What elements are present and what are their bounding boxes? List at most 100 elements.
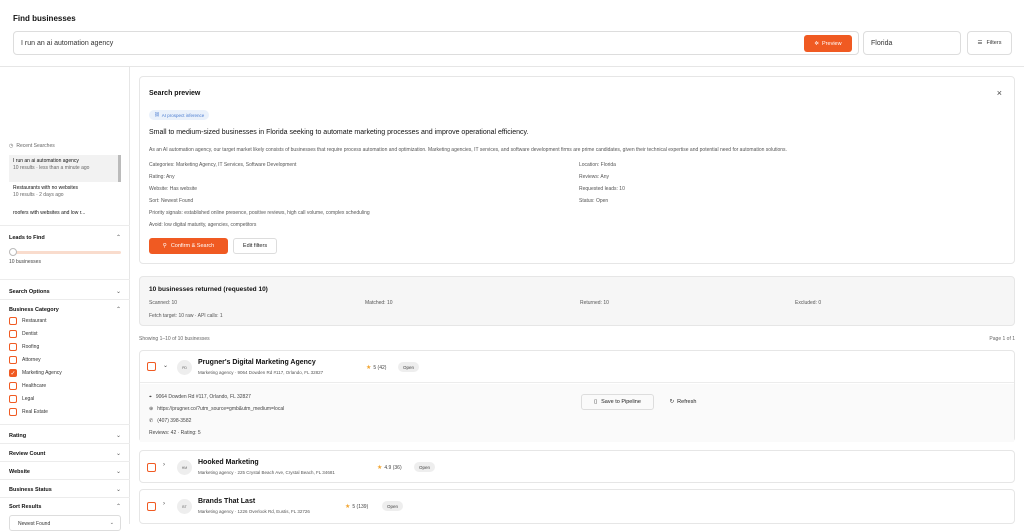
search-preview-card: Search preview × ⛓ AI prospect inference… <box>139 76 1015 264</box>
category-checkbox[interactable] <box>9 343 17 351</box>
leads-value: 10 businesses <box>9 259 41 265</box>
divider <box>0 461 130 462</box>
category-checkbox[interactable]: ✓ <box>9 369 17 377</box>
website-line[interactable]: ⊕ https://prugner.co/?utm_source=gmb&utm… <box>149 406 284 412</box>
category-checkbox[interactable] <box>9 408 17 416</box>
search-options-header[interactable]: Search Options ⌄ <box>9 288 121 296</box>
review-count-title: Review Count <box>9 450 46 457</box>
website-link[interactable]: https://prugner.co/?utm_source=gmb&utm_m… <box>157 406 284 412</box>
chevron-up-icon: ⌃ <box>115 235 121 241</box>
select-checkbox[interactable] <box>147 362 156 371</box>
review-count-header[interactable]: Review Count ⌄ <box>9 450 121 458</box>
select-checkbox[interactable] <box>147 463 156 472</box>
leads-slider-track[interactable] <box>9 251 121 254</box>
chevron-down-icon: ⌄ <box>115 289 121 295</box>
category-label: Marketing Agency <box>22 370 62 376</box>
preview-rating: Rating: Any <box>149 174 175 180</box>
business-card[interactable]: › BT Brands That Last Marketing agency ·… <box>139 489 1015 524</box>
rating-header[interactable]: Rating ⌄ <box>9 432 121 440</box>
leads-to-find-header[interactable]: Leads to Find ⌃ <box>9 234 121 242</box>
business-subtitle: Marketing agency · 1226 Overlook Rd, Eus… <box>198 509 310 514</box>
category-checkbox[interactable] <box>9 317 17 325</box>
category-checkbox[interactable] <box>9 382 17 390</box>
search-preview-title: Search preview <box>149 90 201 97</box>
recent-search-item[interactable]: I run an ai automation agency 10 results… <box>9 155 121 182</box>
address-text: 9064 Dowden Rd #117, Orlando, FL 32827 <box>155 394 251 400</box>
clock-icon: ◷ <box>9 143 14 149</box>
business-status-header[interactable]: Business Status ⌄ <box>9 486 121 494</box>
category-option[interactable]: Restaurant <box>9 317 46 325</box>
preview-status: Status: Open <box>579 198 609 204</box>
refresh-label: Refresh <box>677 399 697 405</box>
select-checkbox[interactable] <box>147 502 156 511</box>
category-label: Healthcare <box>22 383 47 389</box>
save-to-pipeline-button[interactable]: ▯ Save to Pipeline <box>581 394 654 410</box>
category-option[interactable]: Dentist <box>9 330 38 338</box>
website-header[interactable]: Website ⌄ <box>9 468 121 476</box>
business-details: ⌖ 9064 Dowden Rd #117, Orlando, FL 32827… <box>140 384 1014 442</box>
business-name: Prugner's Digital Marketing Agency <box>198 359 316 366</box>
preview-button[interactable]: ✲ Preview <box>804 35 852 52</box>
category-option[interactable]: Attorney <box>9 356 41 364</box>
globe-icon: ⊕ <box>149 406 154 412</box>
sort-select[interactable]: Newest Found ⌄ <box>9 515 121 531</box>
avatar: PD <box>177 360 192 375</box>
divider <box>0 299 130 300</box>
recent-search-item[interactable]: Restaurants with no websites 10 results … <box>9 185 121 198</box>
category-option[interactable]: Roofing <box>9 343 39 351</box>
bookmark-icon: ▯ <box>594 399 598 405</box>
category-checkbox[interactable] <box>9 356 17 364</box>
sidebar: ◷ Recent Searches I run an ai automation… <box>0 67 130 531</box>
category-option[interactable]: Legal <box>9 395 34 403</box>
sort-results-title: Sort Results <box>9 503 42 510</box>
website-title: Website <box>9 468 30 475</box>
confirm-search-button[interactable]: ⚲ Confirm & Search <box>149 238 228 254</box>
search-options-title: Search Options <box>9 288 50 295</box>
divider <box>0 479 130 480</box>
results-stats-card: 10 businesses returned (requested 10) Sc… <box>139 276 1015 326</box>
avatar: HM <box>177 460 192 475</box>
preview-avoid: Avoid: low digital maturity, agencies, c… <box>149 222 257 228</box>
sort-results-header[interactable]: Sort Results ⌃ <box>9 503 121 511</box>
preview-reviews: Reviews: Any <box>579 174 610 180</box>
recent-search-meta: 10 results · less than a minute ago <box>13 165 90 171</box>
category-checkbox[interactable] <box>9 395 17 403</box>
edit-filters-button[interactable]: Edit filters <box>233 238 277 254</box>
recent-search-title: I run an ai automation agency <box>13 158 79 164</box>
filters-button-label: Filters <box>986 40 1002 46</box>
link-icon: ⛓ <box>154 112 160 117</box>
recent-search-title: Restaurants with no websites <box>13 185 79 191</box>
confirm-search-label: Confirm & Search <box>170 243 215 249</box>
chevron-right-icon[interactable]: › <box>163 501 165 507</box>
ai-inference-badge: ⛓ AI prospect inference <box>149 110 210 120</box>
recent-search-item[interactable]: roofers with websites and low r... <box>9 210 121 216</box>
category-option[interactable]: Real Estate <box>9 408 48 416</box>
business-category-header[interactable]: Business Category ⌃ <box>9 306 121 314</box>
business-name: Hooked Marketing <box>198 459 259 466</box>
preview-description: As an AI automation agency, our target m… <box>149 147 787 153</box>
stat-returned: Returned: 10 <box>580 300 609 306</box>
chevron-right-icon[interactable]: › <box>163 462 165 468</box>
preview-priority-signals: Priority signals: established online pre… <box>149 210 370 216</box>
category-option[interactable]: ✓ Marketing Agency <box>9 369 62 377</box>
location-input[interactable]: Florida <box>863 31 961 55</box>
leads-slider-handle[interactable] <box>9 248 17 256</box>
preview-categories: Categories: Marketing Agency, IT Service… <box>149 162 297 168</box>
stat-excluded: Excluded: 0 <box>795 300 822 306</box>
chevron-down-icon: ⌄ <box>109 520 114 526</box>
category-option[interactable]: Healthcare <box>9 382 46 390</box>
page-indicator: Page 1 of 1 <box>989 336 1015 342</box>
business-card[interactable]: › HM Hooked Marketing Marketing agency ·… <box>139 450 1015 483</box>
close-icon[interactable]: × <box>997 88 1002 98</box>
chevron-down-icon[interactable]: ⌄ <box>163 362 168 369</box>
chevron-down-icon: ⌄ <box>115 433 121 439</box>
business-card: ⌄ PD Prugner's Digital Marketing Agency … <box>139 350 1015 442</box>
filters-button[interactable]: ☰ Filters <box>967 31 1012 55</box>
category-checkbox[interactable] <box>9 330 17 338</box>
recent-search-title: roofers with websites and low r... <box>13 210 86 216</box>
search-input[interactable]: I run an ai automation agency ✲ Preview <box>13 31 859 55</box>
refresh-button[interactable]: ↻ Refresh <box>663 394 703 410</box>
divider <box>0 225 130 226</box>
business-card-header[interactable]: ⌄ PD Prugner's Digital Marketing Agency … <box>140 351 1014 383</box>
business-rating-value: 5 (139) <box>352 503 369 510</box>
